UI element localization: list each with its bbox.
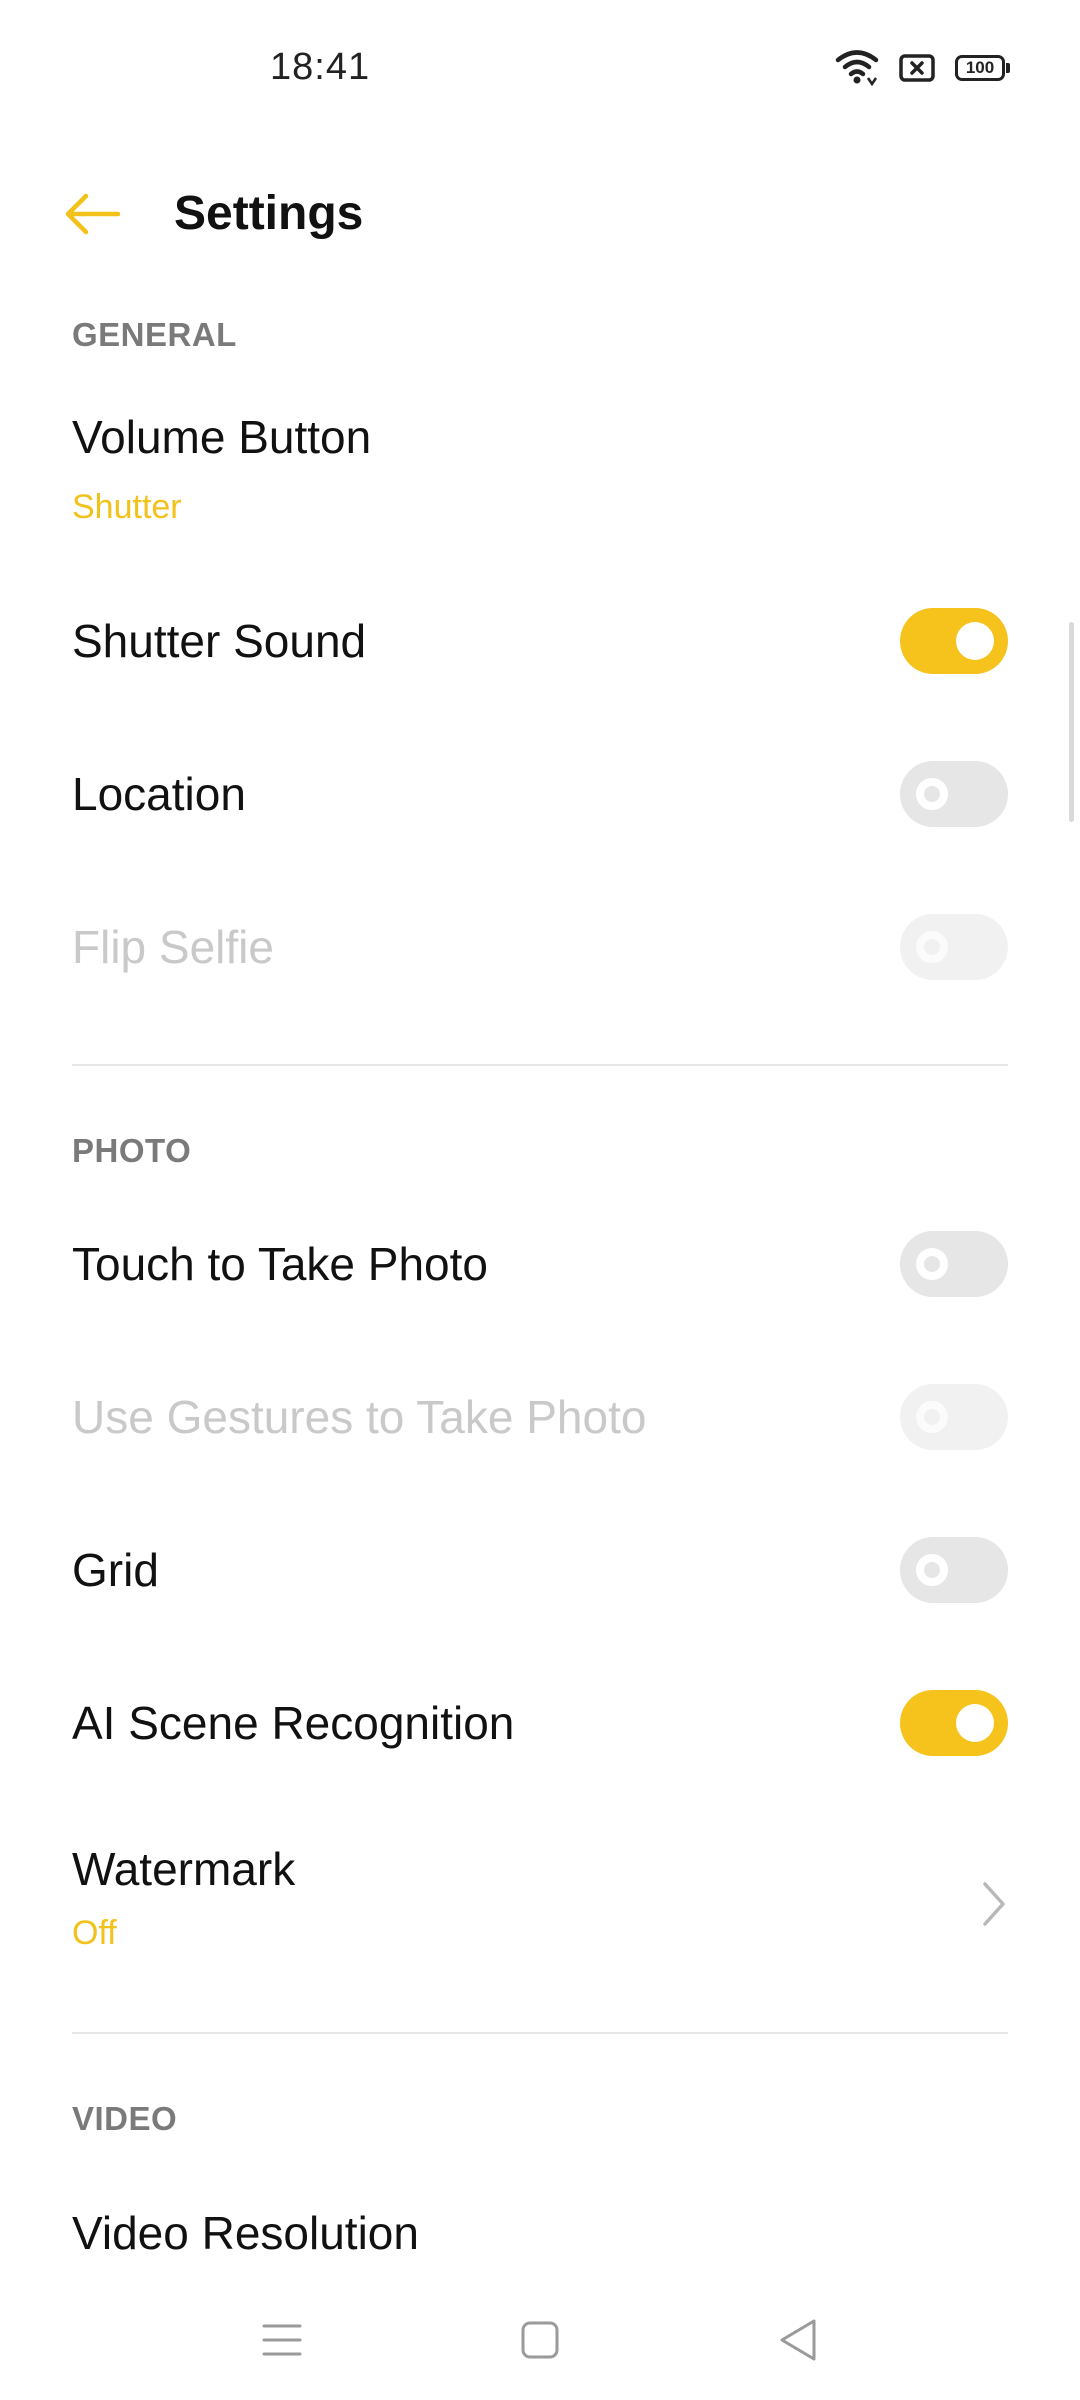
chevron-right-icon: [980, 1880, 1008, 1928]
location-toggle[interactable]: [900, 761, 1008, 827]
grid-row[interactable]: Grid: [0, 1527, 1080, 1617]
flip-selfie-label: Flip Selfie: [72, 921, 274, 973]
ai-scene-recognition-row[interactable]: AI Scene Recognition: [0, 1680, 1080, 1770]
touch-to-take-photo-toggle[interactable]: [900, 1231, 1008, 1297]
volume-button-row[interactable]: Volume Button Shutter: [0, 410, 1080, 560]
use-gestures-row: Use Gestures to Take Photo: [0, 1374, 1080, 1464]
shutter-sound-label: Shutter Sound: [72, 615, 367, 667]
home-icon[interactable]: [500, 2300, 580, 2380]
camera-settings-screen: 18:41 100 Settings GENERAL Volume Button…: [0, 0, 1080, 2400]
touch-to-take-photo-row[interactable]: Touch to Take Photo: [0, 1221, 1080, 1311]
flip-selfie-row: Flip Selfie: [0, 904, 1080, 994]
use-gestures-toggle: [900, 1384, 1008, 1450]
ai-scene-recognition-toggle[interactable]: [900, 1690, 1008, 1756]
watermark-value: Off: [72, 1914, 117, 1952]
watermark-row[interactable]: Watermark Off: [0, 1842, 1080, 1992]
scrollbar-thumb[interactable]: [1069, 622, 1074, 822]
use-gestures-label: Use Gestures to Take Photo: [72, 1391, 647, 1443]
video-resolution-label: Video Resolution: [72, 2207, 419, 2259]
watermark-label: Watermark: [72, 1843, 296, 1895]
section-header-general: GENERAL: [72, 316, 237, 353]
flip-selfie-toggle: [900, 914, 1008, 980]
touch-to-take-photo-label: Touch to Take Photo: [72, 1238, 488, 1290]
section-header-video: VIDEO: [72, 2100, 178, 2137]
section-divider: [72, 2032, 1008, 2034]
settings-list[interactable]: GENERAL Volume Button Shutter Shutter So…: [0, 0, 1080, 2270]
grid-label: Grid: [72, 1544, 159, 1596]
location-label: Location: [72, 768, 246, 820]
grid-toggle[interactable]: [900, 1537, 1008, 1603]
video-resolution-row[interactable]: Video Resolution: [0, 2192, 1080, 2270]
ai-scene-recognition-label: AI Scene Recognition: [72, 1697, 515, 1749]
volume-button-value: Shutter: [72, 488, 182, 526]
section-header-photo: PHOTO: [72, 1132, 192, 1169]
shutter-sound-toggle[interactable]: [900, 608, 1008, 674]
shutter-sound-row[interactable]: Shutter Sound: [0, 598, 1080, 688]
section-divider: [72, 1064, 1008, 1066]
location-row[interactable]: Location: [0, 751, 1080, 841]
system-nav-bar: [0, 2270, 1080, 2400]
volume-button-label: Volume Button: [72, 411, 372, 463]
back-triangle-icon[interactable]: [758, 2300, 838, 2380]
menu-icon[interactable]: [242, 2300, 322, 2380]
